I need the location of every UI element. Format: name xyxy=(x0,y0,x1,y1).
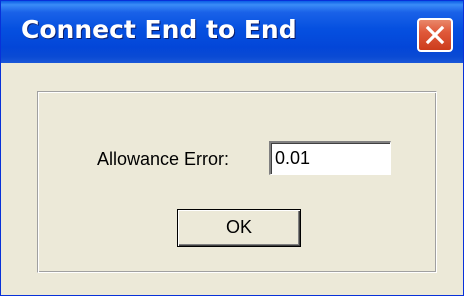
allowance-error-input[interactable] xyxy=(269,141,391,175)
ok-button[interactable]: OK xyxy=(177,209,301,247)
close-button[interactable] xyxy=(417,18,453,52)
close-icon xyxy=(425,25,445,45)
dialog-body: Allowance Error: OK xyxy=(1,63,463,295)
allowance-error-label: Allowance Error: xyxy=(97,149,230,169)
window-title: Connect End to End xyxy=(21,15,297,44)
dialog-window: Connect End to End Allowance Error: OK xyxy=(0,0,464,296)
ok-button-label: OK xyxy=(225,217,252,237)
title-bar[interactable]: Connect End to End xyxy=(1,1,463,63)
